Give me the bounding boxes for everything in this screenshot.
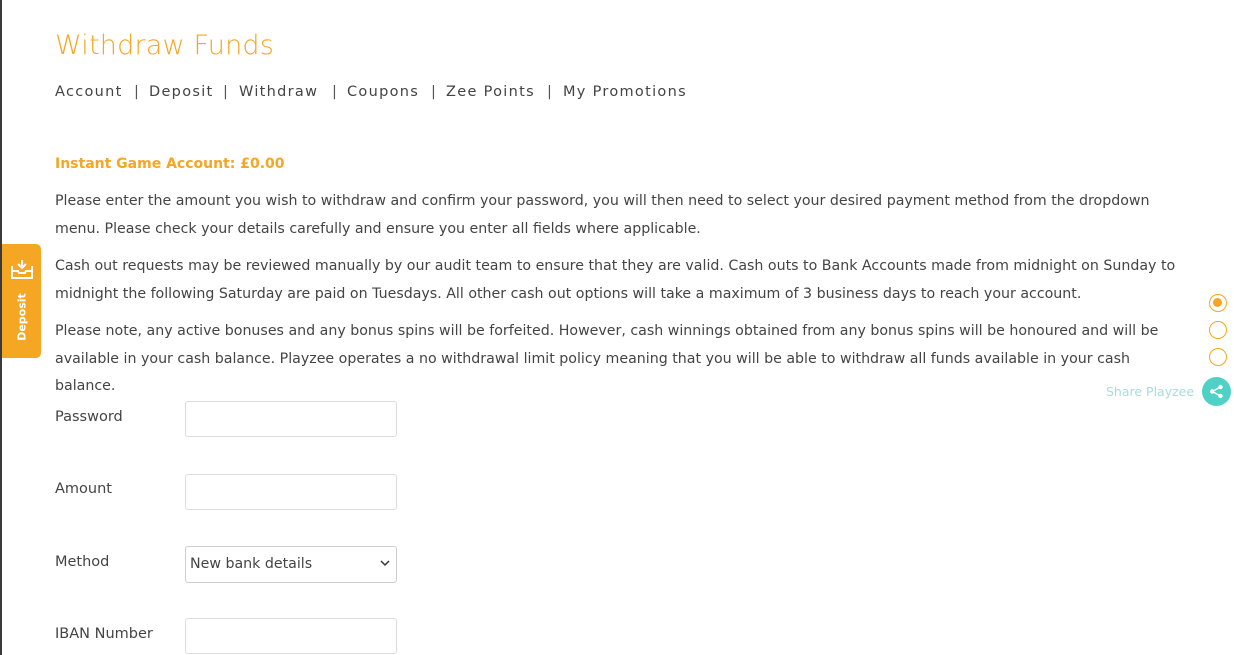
subnav-account[interactable]: Account xyxy=(55,84,123,100)
deposit-tray-icon xyxy=(11,260,33,279)
subnav-separator: | xyxy=(332,84,339,100)
subnav-separator: | xyxy=(223,84,230,100)
cashout-review-text: Cash out requests may be reviewed manual… xyxy=(55,258,1176,302)
password-label: Password xyxy=(55,409,123,425)
subnav-my-promotions[interactable]: My Promotions xyxy=(563,84,687,100)
iban-label: IBAN Number xyxy=(55,626,153,642)
method-label: Method xyxy=(55,554,110,570)
subnav-separator: | xyxy=(547,84,554,100)
section-dot-1[interactable] xyxy=(1209,294,1227,312)
section-dot-3[interactable] xyxy=(1209,348,1227,366)
password-input[interactable] xyxy=(185,401,397,437)
subnav-zee-points[interactable]: Zee Points xyxy=(446,84,535,100)
method-selected-value: New bank details xyxy=(190,556,313,572)
iban-input[interactable] xyxy=(185,618,397,654)
subnav-withdraw[interactable]: Withdraw xyxy=(239,84,318,100)
subnav-separator: | xyxy=(431,84,438,100)
page-title: Withdraw Funds xyxy=(55,30,275,61)
bonus-forfeit-text: Please note, any active bonuses and any … xyxy=(55,323,1159,394)
share-label[interactable]: Share Playzee xyxy=(1106,384,1194,399)
balance-value: £0.00 xyxy=(240,156,285,172)
subnav-coupons[interactable]: Coupons xyxy=(347,84,419,100)
method-select[interactable]: New bank details xyxy=(185,546,397,583)
amount-label: Amount xyxy=(55,481,112,497)
amount-input[interactable] xyxy=(185,474,397,510)
instant-game-balance: Instant Game Account: £0.00 xyxy=(55,156,285,172)
subnav-separator: | xyxy=(134,84,141,100)
balance-label: Instant Game Account: xyxy=(55,156,236,172)
deposit-tab-label: Deposit xyxy=(15,293,29,341)
share-button[interactable] xyxy=(1202,377,1231,406)
section-dot-2[interactable] xyxy=(1209,321,1227,339)
subnav-deposit[interactable]: Deposit xyxy=(149,84,214,100)
chevron-down-icon xyxy=(380,560,390,567)
withdraw-instructions-text: Please enter the amount you wish to with… xyxy=(55,193,1150,237)
share-icon xyxy=(1210,384,1223,399)
deposit-side-tab[interactable]: Deposit xyxy=(2,244,41,358)
